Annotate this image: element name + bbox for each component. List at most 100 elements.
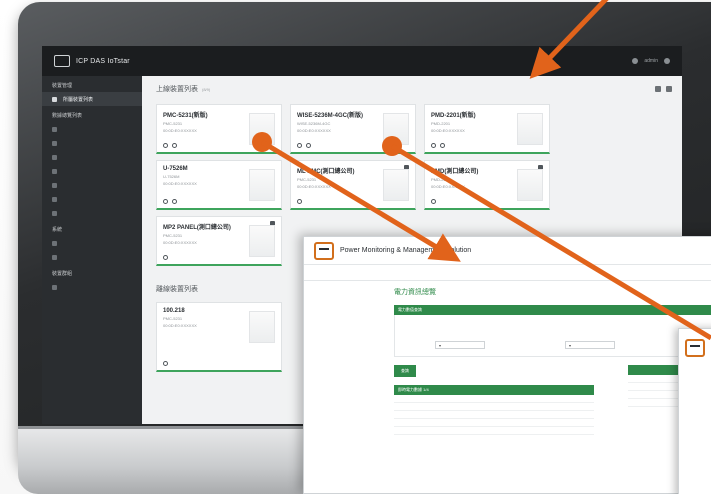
overlay-body: 電力資訊總覽 電力數值查詢 ▾ ▾ 查詢 即時電力數據 1/4 [304,281,711,441]
sidebar: 裝置管理 所屬裝置列表 數據總覽列表 系統 裝置群組 [42,76,142,424]
menu-icon [52,182,57,188]
menu-icon [52,168,57,174]
sidebar-item[interactable] [42,250,142,264]
device-actions [431,143,445,148]
overlay-sidebar-item[interactable] [312,297,376,309]
table-row [394,411,594,419]
sidebar-item[interactable] [42,236,142,250]
device-card[interactable]: WISE-5236M-4GC(新版) WISE-5236M-4GC 00:0D:… [290,104,416,154]
device-actions [163,199,177,204]
overlay-nav-item[interactable] [394,270,405,275]
app-logo-icon [54,55,70,67]
query-button[interactable]: 查詢 [394,365,416,377]
menu-icon [52,154,57,160]
menu-icon [52,254,57,260]
gear-icon[interactable] [172,199,177,204]
overlay-header: Power Monitoring & Management Solution [304,237,711,265]
sidebar-item[interactable] [42,206,142,220]
menu-icon [52,284,57,290]
sidebar-item[interactable] [42,164,142,178]
realtime-table: 即時電力數據 1/4 [394,385,594,435]
device-actions [431,199,436,204]
device-card[interactable]: PMD-2201(新版) PMD-2201 00:0D:E0:XXXXXX [424,104,550,154]
panel-title: 電力數值查詢 [394,305,711,315]
overlay-sidebar-item[interactable] [312,381,376,393]
search-icon[interactable] [666,86,672,92]
query-select-2[interactable]: ▾ [565,341,615,349]
sidebar-item-device-list[interactable]: 所屬裝置列表 [42,92,142,106]
overlay-sidebar-item[interactable] [312,345,376,357]
gear-icon[interactable] [306,143,311,148]
gear-icon[interactable] [172,143,177,148]
chart-icon[interactable] [163,143,168,148]
menu-icon [52,240,57,246]
device-card-offline[interactable]: 100.218 PMC-5231 00:0D:E0:XXXXXX [156,302,282,372]
device-card[interactable]: MP2 PANEL(測口總公司) PMC-5231 00:0D:E0:XXXXX… [156,216,282,266]
power-monitoring-window: Power Monitoring & Management Solution 電… [303,236,711,494]
user-icon [632,58,639,64]
table-row [394,427,594,435]
menu-icon [52,196,57,202]
device-card[interactable]: U-7526M U-7526M 00:0D:E0:XXXXXX [156,160,282,210]
sidebar-group-label: 裝置管理 [52,83,73,89]
overlay-sidebar-item[interactable] [312,417,376,429]
online-title-text: 上線裝置列表 [156,86,198,93]
gear-icon[interactable] [440,143,445,148]
table-row [394,395,594,403]
device-actions [163,255,168,260]
link-icon[interactable] [431,143,436,148]
link-icon[interactable] [163,255,168,260]
sidebar-item[interactable] [42,192,142,206]
header-user-area[interactable]: admin [632,58,670,64]
overlay-sidebar-item[interactable] [312,285,376,297]
sidebar-item[interactable] [42,178,142,192]
overlay-nav-item[interactable] [375,270,384,275]
sidebar-item[interactable] [42,150,142,164]
settings-icon[interactable] [664,58,670,64]
link-icon[interactable] [431,199,436,204]
table-row [394,419,594,427]
device-actions [297,143,311,148]
overlay-sidebar-item[interactable] [312,405,376,417]
overlay-sidebar-item[interactable] [312,393,376,405]
overlay-nav-item[interactable] [314,270,323,275]
sidebar-group-label: 數據總覽列表 [52,113,83,119]
app-header: ICP DAS IoTstar admin [42,46,682,76]
sidebar-item[interactable] [42,136,142,150]
device-thumbnail [517,113,543,145]
overlay-sidebar-item[interactable] [312,357,376,369]
device-card[interactable]: PMD(測口總公司) PMD-2201 00:0D:E0:XXXXXX [424,160,550,210]
overlay-nav-item[interactable] [333,270,344,275]
sidebar-item-label: 所屬裝置列表 [63,96,94,103]
toolbar [655,86,672,92]
lock-icon[interactable] [163,361,168,366]
icp-das-logo-icon [314,241,334,260]
device-thumbnail [249,113,275,145]
overlay-nav [304,265,711,281]
link-icon[interactable] [297,143,302,148]
overlay-page-title: 電力資訊總覽 [394,289,436,296]
cloud-icon[interactable] [655,86,661,92]
overlay-sidebar [304,281,384,441]
overlay-sidebar-item[interactable] [312,369,376,381]
overlay-nav-item[interactable] [354,270,365,275]
sidebar-item[interactable] [42,122,142,136]
third-window [678,328,711,494]
table-title: 即時電力數據 1/4 [394,385,594,395]
header-user[interactable]: admin [644,58,658,64]
overlay-sidebar-item[interactable] [312,321,376,333]
link-icon[interactable] [297,199,302,204]
sidebar-item[interactable] [42,280,142,294]
online-count: (8/9) [202,86,211,92]
query-select-1[interactable]: ▾ [435,341,485,349]
overlay-main: 電力資訊總覽 電力數值查詢 ▾ ▾ 查詢 即時電力數據 1/4 [384,281,711,441]
online-section-title: 上線裝置列表 (8/9) [156,84,668,94]
device-thumbnail [249,169,275,201]
overlay-sidebar-item[interactable] [312,333,376,345]
link-icon[interactable] [163,199,168,204]
device-card[interactable]: PMC-5231(新版) PMC-5231 00:0D:E0:XXXXXX [156,104,282,154]
overlay-sidebar-item[interactable] [312,309,376,321]
device-thumbnail [383,113,409,145]
device-card[interactable]: ML PMC(測口總公司) PMC-5231 00:0D:E0:XXXXXX [290,160,416,210]
device-thumbnail [249,311,275,343]
